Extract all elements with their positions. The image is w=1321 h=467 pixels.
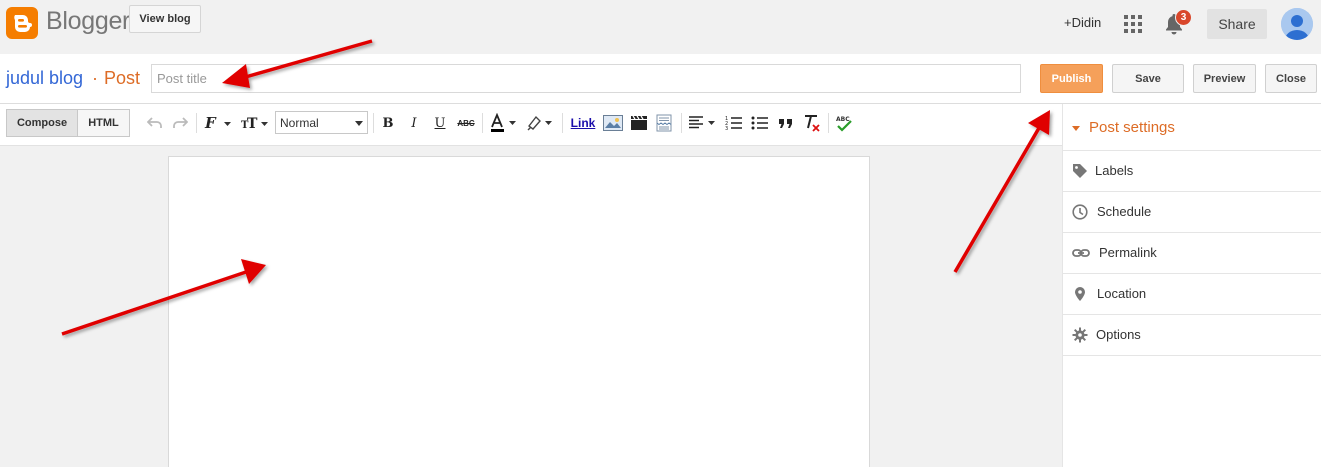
font-family-icon[interactable]: F [203, 113, 233, 133]
redo-icon[interactable] [171, 113, 189, 133]
numbered-list-icon[interactable]: 123 [724, 113, 744, 133]
html-mode-tab[interactable]: HTML [77, 109, 130, 137]
toolbar-divider [196, 113, 197, 133]
toolbar-divider [482, 113, 483, 133]
post-body-editor[interactable] [168, 156, 870, 467]
undo-icon[interactable] [146, 113, 164, 133]
toolbar-divider [562, 113, 563, 133]
paragraph-format-select[interactable]: Normal [275, 111, 368, 134]
sidebar-item-label: Labels [1095, 163, 1134, 178]
insert-video-icon[interactable] [629, 113, 649, 133]
svg-text:3: 3 [725, 126, 728, 131]
font-size-icon[interactable]: TT [240, 113, 270, 133]
gear-icon [1072, 327, 1088, 343]
svg-text:F: F [204, 114, 217, 132]
pin-icon [1072, 286, 1088, 302]
bullet-list-icon[interactable] [750, 113, 770, 133]
sidebar-item-options[interactable]: Options [1062, 315, 1321, 356]
insert-link-button[interactable]: Link [569, 113, 597, 133]
highlight-color-icon[interactable] [525, 113, 555, 133]
view-blog-button[interactable]: View blog [129, 5, 201, 33]
sidebar-item-location[interactable]: Location [1062, 274, 1321, 315]
text-color-icon[interactable] [489, 113, 519, 133]
format-select-value: Normal [280, 115, 319, 130]
svg-text:T: T [247, 116, 258, 132]
underline-button[interactable]: U [431, 113, 449, 133]
save-button[interactable]: Save [1112, 64, 1184, 93]
preview-button[interactable]: Preview [1193, 64, 1256, 93]
spellcheck-icon[interactable]: ABC [834, 113, 854, 133]
toolbar-divider [828, 113, 829, 133]
post-breadcrumb: Post [104, 68, 141, 88]
sidebar-item-labels[interactable]: Labels [1062, 151, 1321, 192]
toolbar-divider [681, 113, 682, 133]
sidebar-item-label: Permalink [1099, 245, 1157, 260]
google-plus-user-link[interactable]: +Didin [1064, 15, 1101, 30]
close-button[interactable]: Close [1265, 64, 1317, 93]
quote-icon[interactable] [776, 113, 796, 133]
sidebar-item-schedule[interactable]: Schedule [1062, 192, 1321, 233]
notification-count-badge: 3 [1175, 9, 1192, 26]
blogger-logo-icon[interactable] [6, 7, 38, 39]
italic-button[interactable]: I [405, 113, 423, 133]
sidebar-item-permalink[interactable]: Permalink [1062, 233, 1321, 274]
bold-button[interactable]: B [379, 113, 397, 133]
insert-image-icon[interactable] [603, 113, 623, 133]
remove-formatting-icon[interactable] [802, 113, 822, 133]
chevron-down-icon [355, 121, 363, 126]
sidebar-item-label: Location [1097, 286, 1147, 301]
link-icon [1072, 245, 1090, 261]
sidebar-item-label: Options [1096, 327, 1141, 342]
tag-icon [1072, 163, 1088, 179]
blogger-wordmark[interactable]: Blogger [46, 7, 130, 36]
clock-icon [1072, 204, 1088, 220]
alignment-icon[interactable] [688, 113, 718, 133]
user-avatar[interactable] [1281, 8, 1313, 40]
sidebar-item-label: Schedule [1097, 204, 1152, 219]
post-title-input[interactable] [151, 64, 1021, 93]
blog-name-link[interactable]: judul blog [6, 68, 83, 89]
share-button[interactable]: Share [1207, 9, 1267, 39]
insert-jump-break-icon[interactable] [655, 113, 673, 133]
svg-text:ABC: ABC [836, 116, 850, 123]
toolbar-divider [373, 113, 374, 133]
post-settings-title: Post settings [1089, 119, 1175, 136]
publish-button[interactable]: Publish [1040, 64, 1103, 93]
compose-mode-tab[interactable]: Compose [6, 109, 78, 137]
strikethrough-button[interactable]: ABC [456, 113, 476, 133]
apps-grid-icon[interactable] [1124, 15, 1142, 33]
breadcrumb-separator: · [92, 68, 98, 88]
caret-down-icon [1072, 126, 1080, 131]
